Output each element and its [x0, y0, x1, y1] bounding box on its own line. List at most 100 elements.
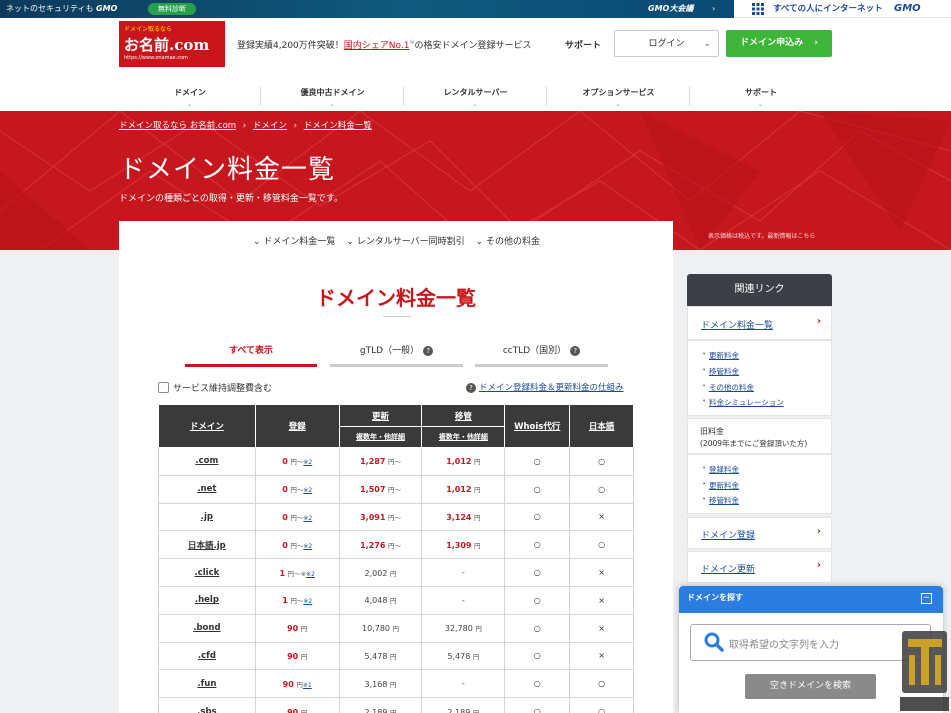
checkbox-icon[interactable] [158, 382, 169, 393]
minimize-icon[interactable]: − [921, 593, 932, 604]
free-diagnosis-badge[interactable]: 無料診断 [148, 3, 196, 15]
renew-price: 10,780 [362, 624, 390, 634]
renew-cell: 5,478 円 [338, 641, 423, 671]
onamae-logo[interactable]: ドメイン取るなら お名前.com https://www.onamae.com [119, 21, 225, 67]
sidebar-sub-renew[interactable]: 更新料金 [709, 350, 739, 361]
domain-apply-button[interactable]: ドメイン申込み › [726, 30, 832, 57]
subnav-other-fees[interactable]: その他の料金 [486, 237, 540, 247]
header-domain[interactable]: ドメイン [158, 404, 256, 448]
domain-name[interactable]: .fun [197, 679, 216, 689]
domain-name[interactable]: .cfd [198, 651, 216, 661]
renew-cell: 3,168 円 [338, 669, 423, 699]
renew-price: 1,507 [360, 485, 386, 495]
subheader-renew[interactable]: 複数年・他詳細 [338, 426, 423, 448]
market-share-link[interactable]: 国内シェアNo.1 [344, 41, 410, 51]
sidebar-item-domain-register[interactable]: ドメイン登録 › [687, 517, 832, 549]
nav-support[interactable]: サポート ⌄ [690, 80, 832, 111]
search-available-domain-button[interactable]: 空きドメインを検索 [745, 674, 876, 699]
login-button[interactable]: ログイン ⌄ [614, 30, 719, 57]
breadcrumb-current[interactable]: ドメイン料金一覧 [304, 121, 372, 131]
domain-name[interactable]: .click [194, 568, 219, 578]
domain-cell[interactable]: .cfd [158, 641, 256, 671]
maintenance-fee-checkbox[interactable]: サービス維持調整費含む [158, 381, 272, 394]
table-row: .com 0 円～※2 1,287 円～ 1,012 円 ○ ○ [158, 447, 634, 476]
gmo-logo[interactable]: GMO [894, 0, 921, 18]
nav-label: 優良中古ドメイン [300, 88, 365, 97]
price-table: ドメイン 登録 更新 移管 Whois代行 日本語 複数年・他詳細 複数年・他詳… [158, 404, 634, 713]
domain-cell[interactable]: .net [158, 474, 256, 504]
sidebar-old-renew[interactable]: 更新料金 [709, 480, 739, 491]
nav-options[interactable]: オプションサービス ⌄ [547, 80, 690, 111]
subheader-transfer[interactable]: 複数年・他詳細 [421, 426, 506, 448]
header-renew[interactable]: 更新 [338, 404, 423, 427]
subnav-server-discount[interactable]: レンタルサーバー同時割引 [357, 237, 465, 247]
footnote-link[interactable]: ※2 [303, 487, 312, 494]
logo-line1: ドメイン取るなら [124, 26, 173, 33]
footnote-link[interactable]: ※2 [303, 598, 312, 605]
domain-name[interactable]: .com [195, 456, 218, 466]
footnote-link[interactable]: ※2 [303, 543, 312, 550]
nav-domain[interactable]: ドメイン ⌄ [119, 80, 261, 111]
domain-cell[interactable]: .jp [158, 502, 256, 532]
register-cell: 90 円 [254, 697, 340, 713]
sidebar-item-price-list[interactable]: ドメイン料金一覧 › [687, 306, 832, 340]
header-transfer[interactable]: 移管 [421, 404, 506, 427]
header-register[interactable]: 登録 [254, 404, 340, 448]
subnav-price-list[interactable]: ドメイン料金一覧 [263, 237, 335, 247]
nav-label: サポート [745, 88, 777, 97]
tab-cctld[interactable]: ccTLD（国別）? [475, 345, 608, 367]
register-suffix: ～※ [294, 569, 307, 578]
footnote-link[interactable]: ※2 [303, 459, 312, 466]
security-text[interactable]: ネットのセキュリティも [6, 0, 94, 18]
domain-cell[interactable]: .help [158, 585, 256, 615]
sidebar-item-domain-renew[interactable]: ドメイン更新 › [687, 551, 832, 583]
yen-unit: 円 [474, 513, 481, 522]
domain-name[interactable]: .net [197, 484, 216, 494]
sidebar-sub-other[interactable]: その他の料金 [709, 382, 754, 393]
japanese-cell: ○ [569, 697, 634, 713]
footnote-link[interactable]: ※1 [303, 682, 312, 689]
domain-cell[interactable]: .bond [158, 613, 256, 643]
table-row: .cfd 90 円 5,478 円 5,478 円 ○ × [158, 641, 634, 671]
transfer-price: 2,189 [447, 707, 471, 713]
breadcrumb-home[interactable]: ドメイン取るなら お名前.com [119, 121, 236, 131]
domain-name[interactable]: 日本語.jp [188, 541, 226, 551]
chevron-right-icon: › [293, 121, 297, 131]
domain-name[interactable]: .jp [201, 512, 213, 522]
help-icon[interactable]: ? [423, 346, 434, 356]
domain-cell[interactable]: .sbs [158, 697, 256, 713]
domain-cell[interactable]: .fun [158, 669, 256, 699]
gmo-logo-small[interactable]: GMO [96, 0, 117, 18]
header-japanese[interactable]: 日本語 [569, 404, 634, 448]
help-icon[interactable]: ? [570, 346, 581, 356]
domain-name[interactable]: .bond [193, 623, 220, 633]
domain-name[interactable]: .help [195, 595, 219, 605]
sidebar-sub-simulation[interactable]: 料金シミュレーション [709, 397, 784, 408]
header-whois[interactable]: Whois代行 [504, 404, 571, 448]
domain-name[interactable]: .sbs [197, 707, 216, 713]
register-cell: 90 円 [254, 613, 340, 643]
domain-cell[interactable]: .click [158, 558, 256, 587]
header-support-link[interactable]: サポート [565, 38, 601, 51]
footnote-link[interactable]: ※2 [303, 515, 312, 522]
table-row: .fun 90 円※1 3,168 円 - ○ ○ [158, 669, 634, 699]
gmo-conference-link[interactable]: GMO大会議 [648, 0, 693, 18]
pricing-mechanism-link[interactable]: ? ドメイン登録料金＆更新料金の仕組み [466, 381, 624, 393]
search-widget-header[interactable]: ドメインを探す [679, 586, 943, 613]
domain-cell[interactable]: 日本語.jp [158, 530, 256, 560]
domain-cell[interactable]: .com [158, 447, 256, 476]
nav-used-domain[interactable]: 優良中古ドメイン ⌄ [261, 80, 404, 111]
tab-gtld[interactable]: gTLD（一般）? [330, 345, 463, 367]
tab-all[interactable]: すべて表示 [185, 345, 317, 367]
grid-menu-icon[interactable] [752, 3, 764, 15]
footnote-link[interactable]: ※2 [306, 571, 315, 578]
nav-rental-server[interactable]: レンタルサーバー ⌄ [404, 80, 547, 111]
renew-price: 2,189 [364, 707, 388, 713]
sidebar-sub-transfer[interactable]: 移管料金 [709, 366, 739, 377]
sidebar-old-transfer[interactable]: 移管料金 [709, 495, 739, 506]
yen-unit: 円 [392, 625, 400, 634]
sidebar-old-register[interactable]: 登録料金 [709, 464, 739, 475]
sidebar-item-label: ドメイン更新 [701, 565, 756, 575]
yen-unit: 円 [390, 597, 397, 606]
breadcrumb-domain[interactable]: ドメイン [253, 121, 287, 131]
